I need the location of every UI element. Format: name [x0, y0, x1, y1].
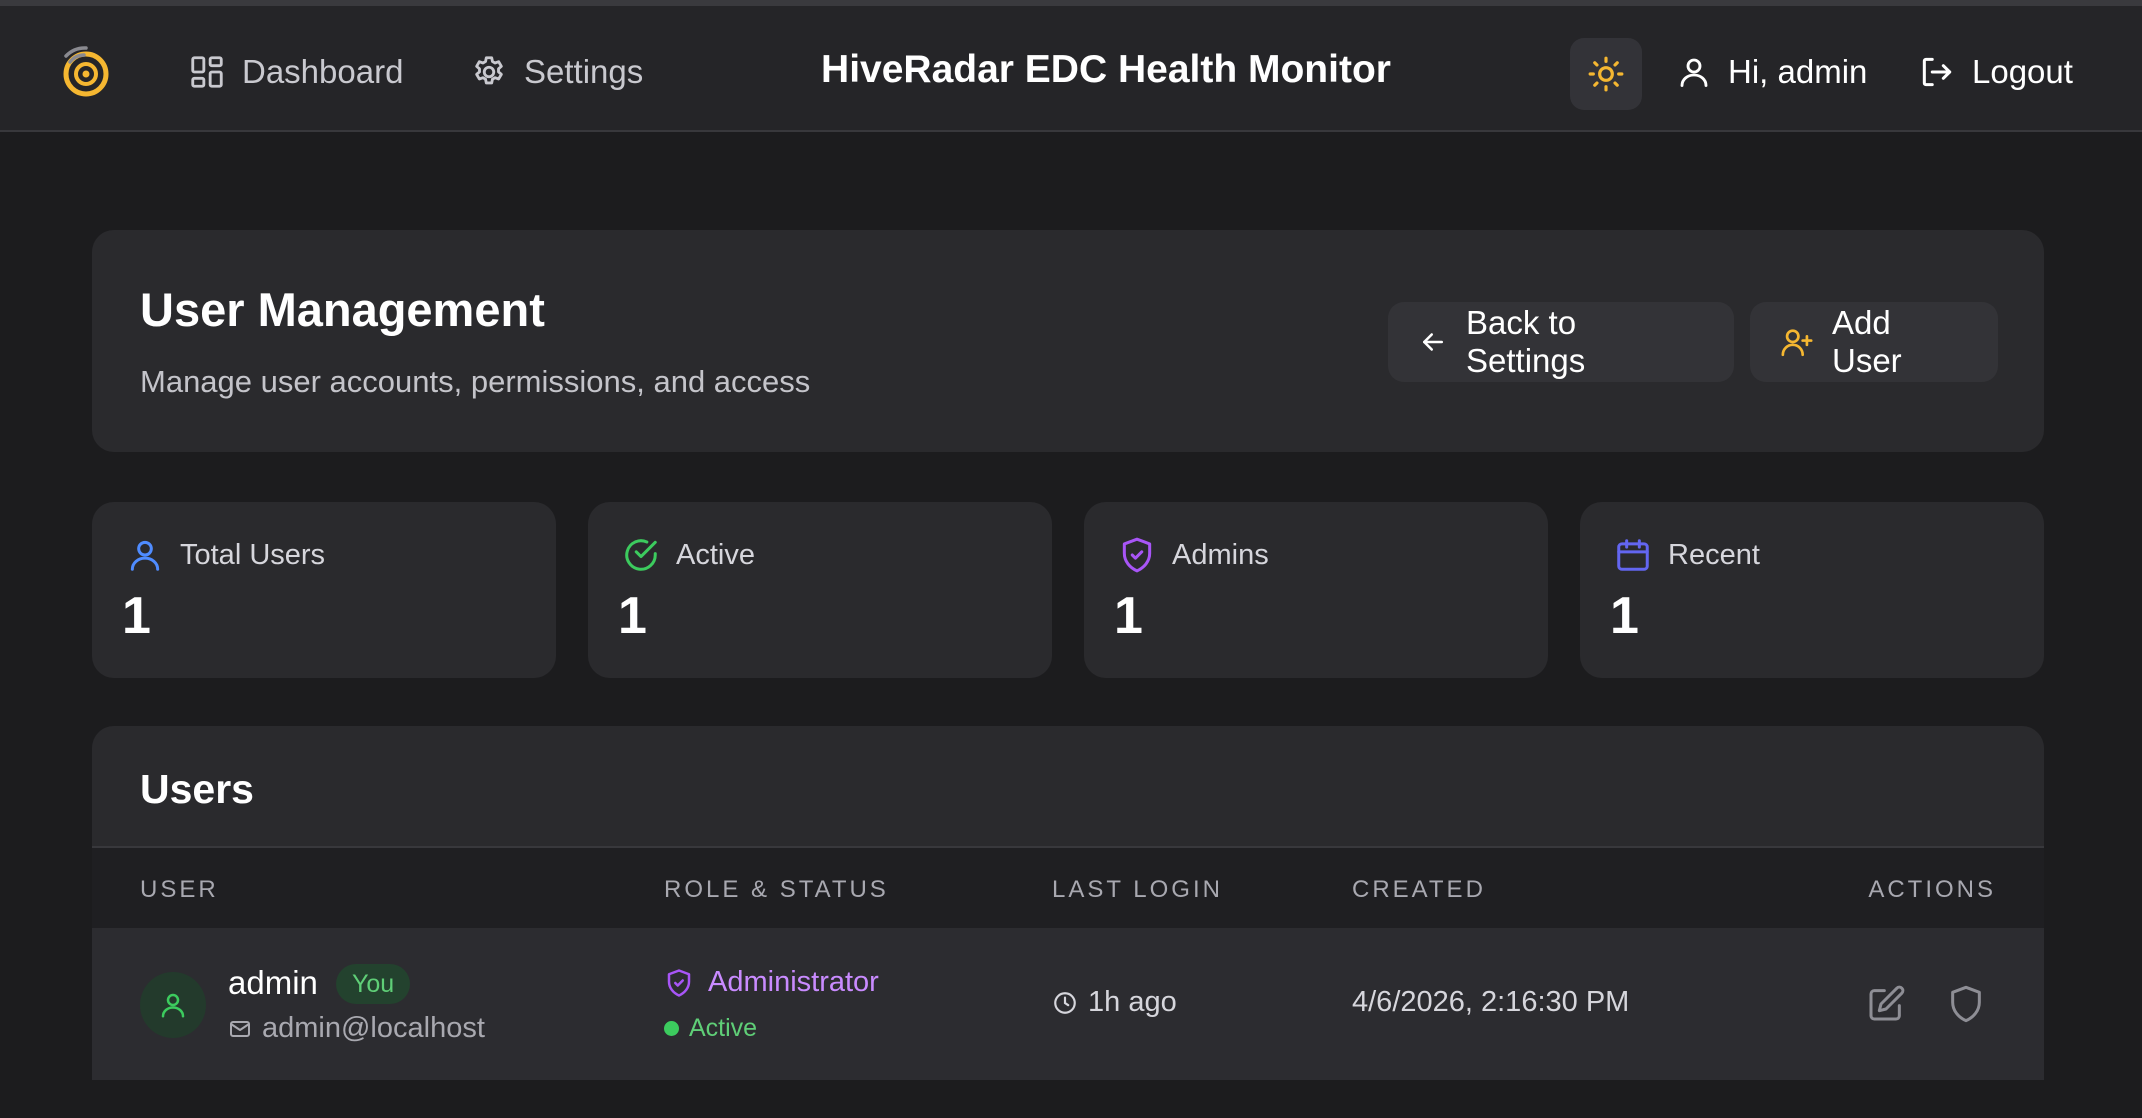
you-badge: You	[336, 964, 411, 1004]
user-greeting-text: Hi, admin	[1728, 53, 1868, 90]
last-login-text: 1h ago	[1088, 986, 1177, 1018]
column-header-last-login: LAST LOGIN	[1052, 876, 1223, 903]
stat-value: 1	[1610, 587, 1639, 645]
logout-button[interactable]: Logout	[1918, 50, 2073, 94]
users-table-card: Users USER ROLE & STATUS LAST LOGIN CREA…	[92, 726, 2044, 1080]
clock-icon	[1052, 990, 1078, 1016]
arrow-left-icon	[1418, 327, 1448, 357]
table-row: admin You admin@localhost Administrator …	[92, 928, 2044, 1080]
page-header-card: User Management Manage user accounts, pe…	[92, 230, 2044, 452]
stat-value: 1	[618, 587, 647, 645]
user-icon	[1676, 54, 1712, 90]
sun-icon	[1587, 55, 1625, 93]
created-date: 4/6/2026, 2:16:30 PM	[1352, 986, 1630, 1018]
column-header-actions: ACTIONS	[1868, 876, 1996, 903]
stat-label: Admins	[1172, 538, 1269, 571]
user-plus-icon	[1780, 325, 1814, 359]
stat-card-recent: Recent 1	[1580, 502, 2044, 678]
add-user-button[interactable]: Add User	[1750, 302, 1998, 382]
last-login: 1h ago	[1052, 986, 1177, 1019]
logout-label: Logout	[1972, 53, 2073, 90]
stat-card-total-users: Total Users 1	[92, 502, 556, 678]
stat-label: Total Users	[180, 538, 326, 571]
stat-card-active: Active 1	[588, 502, 1052, 678]
users-table-title: Users	[140, 766, 254, 812]
avatar	[140, 972, 206, 1038]
theme-toggle-button[interactable]	[1570, 38, 1642, 110]
column-header-role-status: ROLE & STATUS	[664, 876, 889, 903]
edit-user-button[interactable]	[1866, 984, 1906, 1024]
stat-value: 1	[122, 587, 151, 645]
status-dot-icon	[664, 1021, 679, 1036]
status-badge: Active	[664, 1014, 757, 1043]
username: admin	[228, 964, 318, 1001]
column-header-created: CREATED	[1352, 876, 1486, 903]
shield-check-icon	[1118, 536, 1156, 574]
table-header: USER ROLE & STATUS LAST LOGIN CREATED AC…	[92, 846, 2044, 930]
stat-card-admins: Admins 1	[1084, 502, 1548, 678]
user-role: Administrator	[664, 966, 879, 999]
edit-icon	[1866, 984, 1906, 1024]
user-email: admin@localhost	[228, 1012, 485, 1045]
stat-value: 1	[1114, 587, 1143, 645]
users-icon	[126, 536, 164, 574]
column-header-user: USER	[140, 876, 219, 903]
status-label: Active	[689, 1014, 758, 1042]
logout-icon	[1918, 53, 1956, 91]
shield-icon	[1946, 984, 1986, 1024]
add-user-label: Add User	[1832, 304, 1902, 379]
user-role-label: Administrator	[708, 966, 879, 998]
top-nav-bar: Dashboard Settings HiveRadar EDC Health …	[0, 0, 2142, 132]
stat-label: Active	[676, 538, 755, 571]
user-avatar-icon	[158, 990, 188, 1020]
stat-label: Recent	[1668, 538, 1760, 571]
calendar-icon	[1614, 536, 1652, 574]
page-title: User Management	[140, 283, 545, 336]
shield-check-icon	[664, 968, 694, 998]
user-email-text: admin@localhost	[262, 1012, 485, 1044]
check-circle-icon	[622, 536, 660, 574]
permissions-button[interactable]	[1946, 984, 1986, 1024]
mail-icon	[228, 1017, 252, 1041]
back-to-settings-button[interactable]: Back to Settings	[1388, 302, 1734, 382]
back-to-settings-label: Back to Settings	[1466, 304, 1586, 379]
page-subtitle: Manage user accounts, permissions, and a…	[140, 364, 811, 399]
user-greeting: Hi, admin	[1676, 50, 1867, 94]
